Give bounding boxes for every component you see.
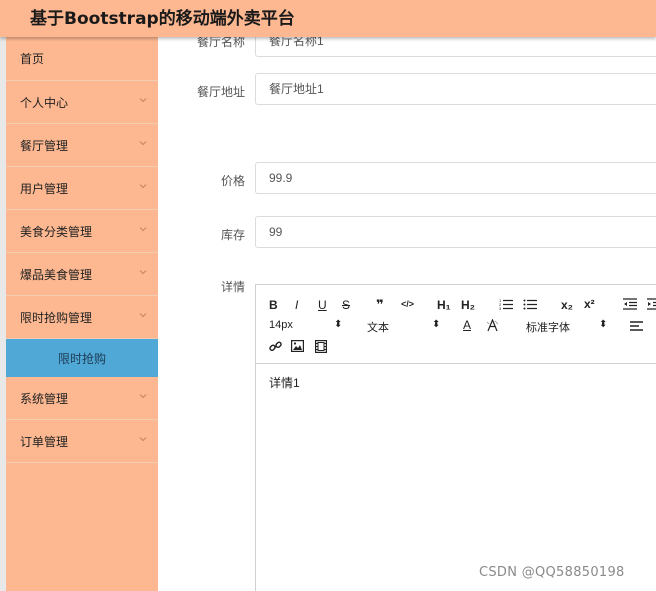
sidebar-item-label: 限时抢购管理: [20, 310, 93, 325]
font-family-select-arrow: ⬍: [599, 319, 608, 330]
sidebar-item-system-management[interactable]: 系统管理: [6, 377, 158, 420]
restaurant-name-input[interactable]: 餐厅名称1: [255, 37, 656, 57]
chevron-down-icon: [139, 227, 147, 232]
code-button[interactable]: </>: [401, 299, 414, 309]
sidebar-item-food-category-management[interactable]: 美食分类管理: [6, 210, 158, 253]
sidebar-item-hot-food-management[interactable]: 爆品美食管理: [6, 253, 158, 296]
chevron-down-icon: [139, 437, 147, 442]
editor-content[interactable]: 详情1: [256, 364, 656, 401]
video-button[interactable]: [315, 340, 327, 353]
editor-content-text: 详情1: [269, 376, 300, 390]
text-style-select-arrow: ⬍: [432, 319, 441, 330]
video-icon: [315, 340, 327, 353]
rich-text-editor: B I U S ❞ </> H₁ H₂ 123 x₂ x² 14px ⬍ 文本 …: [255, 284, 656, 591]
sidebar-item-flash-sale-management[interactable]: 限时抢购管理: [6, 296, 158, 339]
bullet-list-button[interactable]: [523, 298, 537, 310]
font-color-button[interactable]: A: [463, 318, 471, 332]
indent-icon: [647, 298, 656, 310]
outdent-button[interactable]: [623, 298, 637, 310]
blockquote-button[interactable]: ❞: [376, 297, 384, 313]
text-style-select[interactable]: 文本: [367, 319, 389, 335]
bold-button[interactable]: B: [269, 298, 278, 312]
chevron-down-icon: [139, 141, 147, 146]
background-color-button[interactable]: [486, 319, 499, 332]
sidebar-item-label: 用户管理: [20, 181, 69, 196]
superscript-button[interactable]: x²: [584, 297, 595, 311]
main-form-area: 餐厅名称 餐厅名称1 餐厅地址 餐厅地址1 价格 99.9 库存 99 详情 B…: [158, 37, 656, 591]
background-color-icon: [486, 319, 499, 332]
sidebar-item-personal-center[interactable]: 个人中心: [6, 81, 158, 124]
restaurant-address-label: 餐厅地址: [196, 85, 245, 99]
chevron-down-icon: [139, 98, 147, 103]
svg-text:3: 3: [499, 306, 502, 310]
ordered-list-button[interactable]: 123: [499, 298, 513, 310]
restaurant-address-input[interactable]: 餐厅地址1: [255, 73, 656, 105]
watermark: CSDN @QQ58850198: [479, 565, 625, 580]
underline-button[interactable]: U: [318, 298, 327, 312]
italic-button[interactable]: I: [295, 298, 298, 312]
align-left-icon: [630, 321, 643, 331]
subscript-button[interactable]: x₂: [561, 298, 573, 312]
heading1-button[interactable]: H₁: [437, 298, 451, 312]
heading2-button[interactable]: H₂: [461, 298, 475, 312]
sidebar-item-label: 餐厅管理: [20, 138, 69, 153]
app-title: 基于Bootstrap的移动端外卖平台: [30, 9, 295, 29]
outdent-icon: [623, 298, 637, 310]
editor-toolbar: B I U S ❞ </> H₁ H₂ 123 x₂ x² 14px ⬍ 文本 …: [256, 285, 656, 364]
align-button[interactable]: [630, 321, 643, 332]
chevron-down-icon: [139, 184, 147, 189]
font-size-select-arrow: ⬍: [334, 319, 343, 330]
sidebar-item-label: 美食分类管理: [20, 224, 93, 239]
strikethrough-button[interactable]: S: [342, 298, 350, 312]
chevron-down-icon: [139, 394, 147, 399]
chevron-down-icon: [139, 313, 147, 318]
sidebar-item-label: 爆品美食管理: [20, 267, 93, 282]
sidebar-subitem-flash-sale[interactable]: 限时抢购: [6, 339, 158, 377]
price-input[interactable]: 99.9: [255, 162, 656, 194]
indent-button[interactable]: [647, 298, 656, 310]
sidebar-item-label: 订单管理: [20, 434, 69, 449]
font-size-select[interactable]: 14px: [269, 319, 293, 331]
sidebar-menu: 首页 个人中心 餐厅管理 用户管理 美食分类管理 爆品美食管理 限时抢购管理 限…: [6, 37, 158, 591]
font-family-select[interactable]: 标准字体: [526, 319, 570, 335]
sidebar-item-home[interactable]: 首页: [6, 37, 158, 81]
sidebar-item-label: 个人中心: [20, 95, 69, 110]
sidebar-item-restaurant-management[interactable]: 餐厅管理: [6, 124, 158, 167]
ordered-list-icon: 123: [499, 298, 513, 310]
sidebar-item-user-management[interactable]: 用户管理: [6, 167, 158, 210]
details-label: 详情: [220, 280, 245, 294]
link-button[interactable]: [269, 340, 282, 353]
chevron-down-icon: [139, 270, 147, 275]
bullet-list-icon: [523, 299, 537, 310]
sidebar-subitem-label: 限时抢购: [57, 351, 106, 366]
stock-label: 库存: [220, 228, 245, 242]
image-button[interactable]: [291, 340, 304, 352]
top-header: 基于Bootstrap的移动端外卖平台: [0, 0, 656, 37]
price-label: 价格: [220, 174, 245, 188]
image-icon: [291, 340, 304, 352]
sidebar-item-order-management[interactable]: 订单管理: [6, 420, 158, 463]
restaurant-name-label: 餐厅名称: [196, 37, 245, 49]
stock-input[interactable]: 99: [255, 216, 656, 248]
link-icon: [269, 341, 282, 351]
sidebar-item-label: 首页: [20, 52, 45, 66]
sidebar-item-label: 系统管理: [20, 391, 69, 406]
